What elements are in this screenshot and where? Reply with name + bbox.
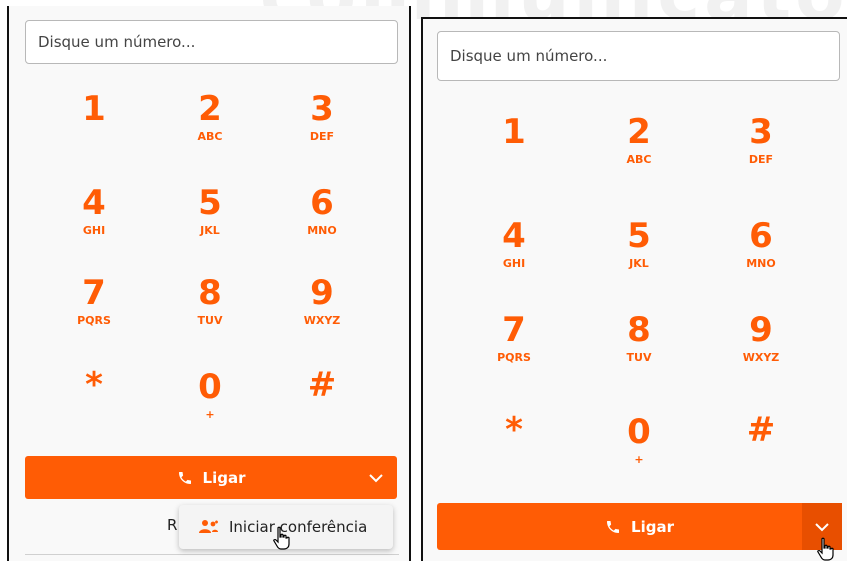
key-digit: 3 bbox=[310, 89, 334, 129]
key-letters: PQRS bbox=[77, 314, 111, 327]
key-digit: 0 bbox=[627, 412, 651, 452]
key-hash[interactable]: # bbox=[277, 366, 367, 446]
key-hash[interactable]: # bbox=[716, 411, 806, 491]
hand-cursor-icon bbox=[273, 526, 290, 550]
phone-icon bbox=[178, 471, 191, 484]
key-2[interactable]: 2 ABC bbox=[594, 113, 684, 193]
group-icon bbox=[199, 520, 218, 533]
key-8[interactable]: 8 TUV bbox=[165, 274, 255, 354]
call-options-toggle[interactable] bbox=[355, 456, 397, 499]
call-button[interactable]: Ligar bbox=[25, 456, 397, 499]
key-digit: * bbox=[85, 365, 103, 405]
key-digit: 9 bbox=[749, 310, 773, 350]
hand-cursor-icon bbox=[817, 537, 834, 561]
key-digit: 6 bbox=[310, 183, 334, 223]
key-letters: TUV bbox=[626, 351, 652, 364]
key-letters: DEF bbox=[309, 130, 335, 143]
call-label: Ligar bbox=[631, 517, 674, 536]
key-letters: TUV bbox=[197, 314, 223, 327]
key-digit: 2 bbox=[198, 89, 222, 129]
key-1[interactable]: 1 bbox=[469, 113, 559, 193]
key-4[interactable]: 4 GHI bbox=[49, 184, 139, 264]
obscured-menu-text: R bbox=[167, 516, 178, 534]
key-digit: # bbox=[746, 410, 776, 450]
key-letters: GHI bbox=[502, 257, 526, 270]
key-digit: 8 bbox=[198, 273, 222, 313]
key-digit: 1 bbox=[82, 89, 106, 129]
key-2[interactable]: 2 ABC bbox=[165, 90, 255, 170]
key-3[interactable]: 3 DEF bbox=[277, 90, 367, 170]
key-letters: DEF bbox=[748, 153, 774, 166]
key-letters: + bbox=[205, 408, 215, 421]
key-digit: 1 bbox=[502, 112, 526, 152]
key-letters: JKL bbox=[200, 224, 220, 237]
key-8[interactable]: 8 TUV bbox=[594, 311, 684, 391]
key-letters: PQRS bbox=[497, 351, 531, 364]
key-digit: 5 bbox=[198, 183, 222, 223]
key-digit: 9 bbox=[310, 273, 334, 313]
key-5[interactable]: 5 JKL bbox=[165, 184, 255, 264]
key-letters: MNO bbox=[307, 224, 337, 237]
key-star[interactable]: * bbox=[49, 366, 139, 446]
divider bbox=[25, 554, 399, 555]
key-letters: WXYZ bbox=[303, 314, 341, 327]
key-letters: GHI bbox=[82, 224, 106, 237]
key-digit: 0 bbox=[198, 367, 222, 407]
key-digit: 4 bbox=[82, 183, 106, 223]
key-digit: * bbox=[505, 410, 523, 450]
dial-number-input[interactable] bbox=[25, 20, 398, 64]
key-digit: 7 bbox=[502, 310, 526, 350]
call-button[interactable]: Ligar bbox=[437, 503, 842, 550]
dialer-panel: 1 2 ABC 3 DEF 4 GHI 5 JKL 6 MNO 7 PQRS 8 bbox=[421, 17, 847, 561]
key-digit: 3 bbox=[749, 112, 773, 152]
key-letters: ABC bbox=[197, 130, 223, 143]
dial-number-input[interactable] bbox=[437, 31, 840, 81]
key-1[interactable]: 1 bbox=[49, 90, 139, 170]
chevron-down-icon bbox=[815, 522, 829, 531]
key-digit: 6 bbox=[749, 216, 773, 256]
key-digit: # bbox=[307, 365, 337, 405]
chevron-down-icon bbox=[369, 473, 383, 482]
key-3[interactable]: 3 DEF bbox=[716, 113, 806, 193]
menu-item-label: Iniciar conferência bbox=[229, 518, 368, 536]
key-5[interactable]: 5 JKL bbox=[594, 217, 684, 297]
key-4[interactable]: 4 GHI bbox=[469, 217, 559, 297]
key-digit: 8 bbox=[627, 310, 651, 350]
key-letters: + bbox=[634, 453, 644, 466]
key-digit: 7 bbox=[82, 273, 106, 313]
key-digit: 4 bbox=[502, 216, 526, 256]
key-letters: WXYZ bbox=[742, 351, 780, 364]
key-7[interactable]: 7 PQRS bbox=[49, 274, 139, 354]
key-letters: MNO bbox=[746, 257, 776, 270]
key-digit: 5 bbox=[627, 216, 651, 256]
key-0[interactable]: 0 + bbox=[165, 368, 255, 448]
key-6[interactable]: 6 MNO bbox=[277, 184, 367, 264]
key-9[interactable]: 9 WXYZ bbox=[277, 274, 367, 354]
key-6[interactable]: 6 MNO bbox=[716, 217, 806, 297]
phone-icon bbox=[607, 520, 620, 533]
key-star[interactable]: * bbox=[469, 411, 559, 491]
key-7[interactable]: 7 PQRS bbox=[469, 311, 559, 391]
key-digit: 2 bbox=[627, 112, 651, 152]
key-0[interactable]: 0 + bbox=[594, 413, 684, 493]
key-9[interactable]: 9 WXYZ bbox=[716, 311, 806, 391]
call-label: Ligar bbox=[202, 468, 246, 487]
key-letters: JKL bbox=[629, 257, 649, 270]
dialer-panel-dropdown-open: 1 2 ABC 3 DEF 4 GHI 5 JKL 6 MNO 7 PQRS 8 bbox=[7, 6, 411, 561]
key-letters: ABC bbox=[626, 153, 652, 166]
